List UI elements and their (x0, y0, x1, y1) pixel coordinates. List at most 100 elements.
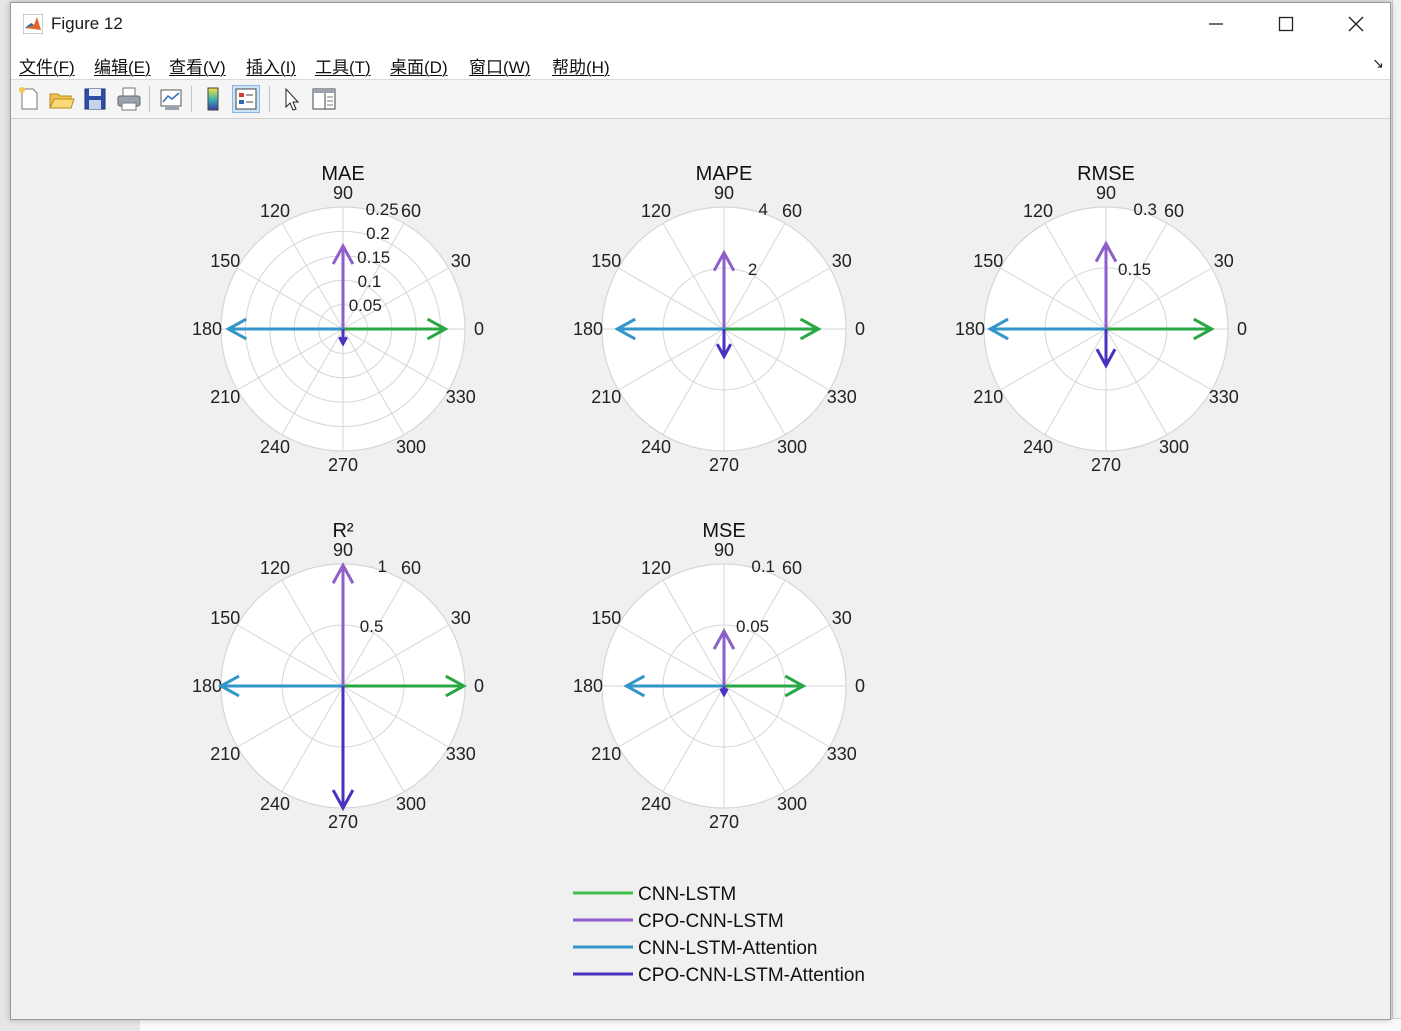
legend-label: CPO-CNN-LSTM (638, 911, 784, 932)
link-plot-button[interactable] (157, 85, 185, 113)
polar-chart-5: 0 30 60 90 120 150 180 210 240 270 300 330 0.05 0.1 MS… (573, 520, 865, 832)
menu-view[interactable]: 查看(V) (169, 53, 226, 78)
angle-tick-label: 60 (401, 201, 421, 221)
angle-tick-label: 330 (1209, 387, 1239, 407)
angle-tick-label: 0 (1237, 319, 1247, 339)
angle-tick-label: 90 (333, 540, 353, 560)
angle-tick-label: 180 (955, 319, 985, 339)
matlab-logo-icon (23, 14, 43, 34)
colorbar-icon (207, 87, 219, 111)
menu-file[interactable]: 文件(F) (19, 53, 75, 78)
radial-tick-label: 0.25 (366, 200, 399, 219)
title-bar[interactable]: Figure 12 (11, 3, 1390, 45)
angle-tick-label: 120 (641, 201, 671, 221)
angle-tick-label: 90 (714, 183, 734, 203)
angle-tick-label: 30 (832, 608, 852, 628)
open-file-icon (49, 93, 75, 109)
angle-tick-label: 180 (192, 319, 222, 339)
figure-window: Figure 12 文件(F) 编辑(E) 查看(V) 插入(I) 工具(T) … (10, 2, 1391, 1020)
angle-tick-label: 150 (973, 251, 1003, 271)
angle-tick-label: 150 (210, 608, 240, 628)
toolbar-separator (269, 86, 270, 112)
polar-plots[interactable]: 03060901201501802102402703003300.050.10.… (11, 119, 1390, 1019)
angle-tick-label: 60 (1164, 201, 1184, 221)
angle-tick-label: 150 (591, 251, 621, 271)
pointer-icon (285, 87, 300, 111)
window-title: Figure 12 (51, 14, 123, 33)
new-figure-button[interactable] (15, 85, 43, 113)
angle-tick-label: 30 (451, 251, 471, 271)
chart-title: R² (332, 520, 353, 542)
pointer-button[interactable] (277, 85, 305, 113)
angle-tick-label: 270 (328, 812, 358, 832)
radial-tick-label: 0.5 (360, 617, 384, 636)
legend-label: CNN-LSTM-Attention (638, 938, 818, 959)
toolbar (11, 80, 1390, 119)
angle-tick-label: 30 (451, 608, 471, 628)
legend-icon (235, 88, 257, 110)
link-plot-icon (160, 89, 182, 110)
open-file-button[interactable] (47, 85, 75, 113)
polar-chart-2: 0 30 60 90 120 150 180 210 240 270 300 330 2 4 MAPE (573, 163, 865, 475)
maximize-button[interactable] (1253, 3, 1319, 45)
menu-tools[interactable]: 工具(T) (315, 53, 371, 78)
save-icon (84, 88, 106, 110)
desktop-background-right (1392, 0, 1401, 1030)
angle-tick-label: 120 (260, 558, 290, 578)
angle-tick-label: 120 (1023, 201, 1053, 221)
menu-edit[interactable]: 编辑(E) (94, 53, 151, 78)
dock-arrow-icon[interactable]: ↘ (1372, 55, 1384, 72)
toolbar-separator (149, 86, 150, 112)
print-button[interactable] (115, 85, 143, 113)
polar-chart-1: 0 30 60 90 120 150 180 210 240 270 300 330 0.05 0.1 0.… (192, 163, 484, 475)
angle-tick-label: 30 (832, 251, 852, 271)
angle-tick-label: 120 (641, 558, 671, 578)
radial-tick-label: 2 (748, 260, 757, 279)
radial-tick-label: 0.3 (1133, 200, 1157, 219)
angle-tick-label: 60 (782, 558, 802, 578)
save-button[interactable] (81, 85, 109, 113)
polar-chart-3: 0 30 60 90 120 150 180 210 240 270 300 330 0.15 0.3 RM… (955, 163, 1247, 475)
angle-tick-label: 150 (210, 251, 240, 271)
angle-tick-label: 30 (1214, 251, 1234, 271)
radial-tick-label: 4 (758, 200, 767, 219)
angle-tick-label: 0 (855, 676, 865, 696)
menu-insert[interactable]: 插入(I) (246, 53, 296, 78)
angle-tick-label: 270 (1091, 455, 1121, 475)
close-button[interactable] (1323, 3, 1389, 45)
legend-label: CNN-LSTM (638, 884, 736, 905)
angle-tick-label: 90 (1096, 183, 1116, 203)
menu-window[interactable]: 窗口(W) (469, 53, 530, 78)
angle-tick-label: 300 (396, 437, 426, 457)
angle-tick-label: 240 (641, 437, 671, 457)
minimize-button[interactable] (1183, 3, 1249, 45)
angle-tick-label: 90 (333, 183, 353, 203)
legend-button[interactable] (232, 85, 260, 113)
menu-help[interactable]: 帮助(H) (552, 53, 610, 78)
chart-title: MSE (702, 520, 745, 542)
figure-canvas: 0 30 60 90 120 150 180 210 240 270 300 330 0.05 0.1 0.… (11, 119, 1390, 1019)
angle-tick-label: 330 (446, 387, 476, 407)
angle-tick-label: 120 (260, 201, 290, 221)
colorbar-button[interactable] (199, 85, 227, 113)
angle-tick-label: 60 (782, 201, 802, 221)
radial-tick-label: 0.05 (349, 296, 382, 315)
angle-tick-label: 270 (709, 812, 739, 832)
radial-tick-label: 0.2 (366, 224, 390, 243)
angle-tick-label: 240 (260, 794, 290, 814)
close-icon (1348, 16, 1364, 32)
chart-title: MAPE (696, 163, 753, 185)
angle-tick-label: 60 (401, 558, 421, 578)
angle-tick-label: 300 (777, 794, 807, 814)
angle-tick-label: 210 (591, 387, 621, 407)
legend: CNN-LSTM CPO-CNN-LSTM CNN-LSTM-Attention CP… (573, 884, 865, 986)
legend-label: CPO-CNN-LSTM-Attention (638, 965, 865, 986)
property-editor-button[interactable] (310, 85, 338, 113)
menu-bar: 文件(F) 编辑(E) 查看(V) 插入(I) 工具(T) 桌面(D) 窗口(W… (11, 45, 1390, 80)
radial-tick-label: 0.1 (358, 272, 382, 291)
maximize-icon (1278, 16, 1294, 32)
radial-tick-label: 0.15 (357, 248, 390, 267)
angle-tick-label: 0 (474, 676, 484, 696)
chart-title: RMSE (1077, 163, 1135, 185)
menu-desktop[interactable]: 桌面(D) (390, 53, 448, 78)
